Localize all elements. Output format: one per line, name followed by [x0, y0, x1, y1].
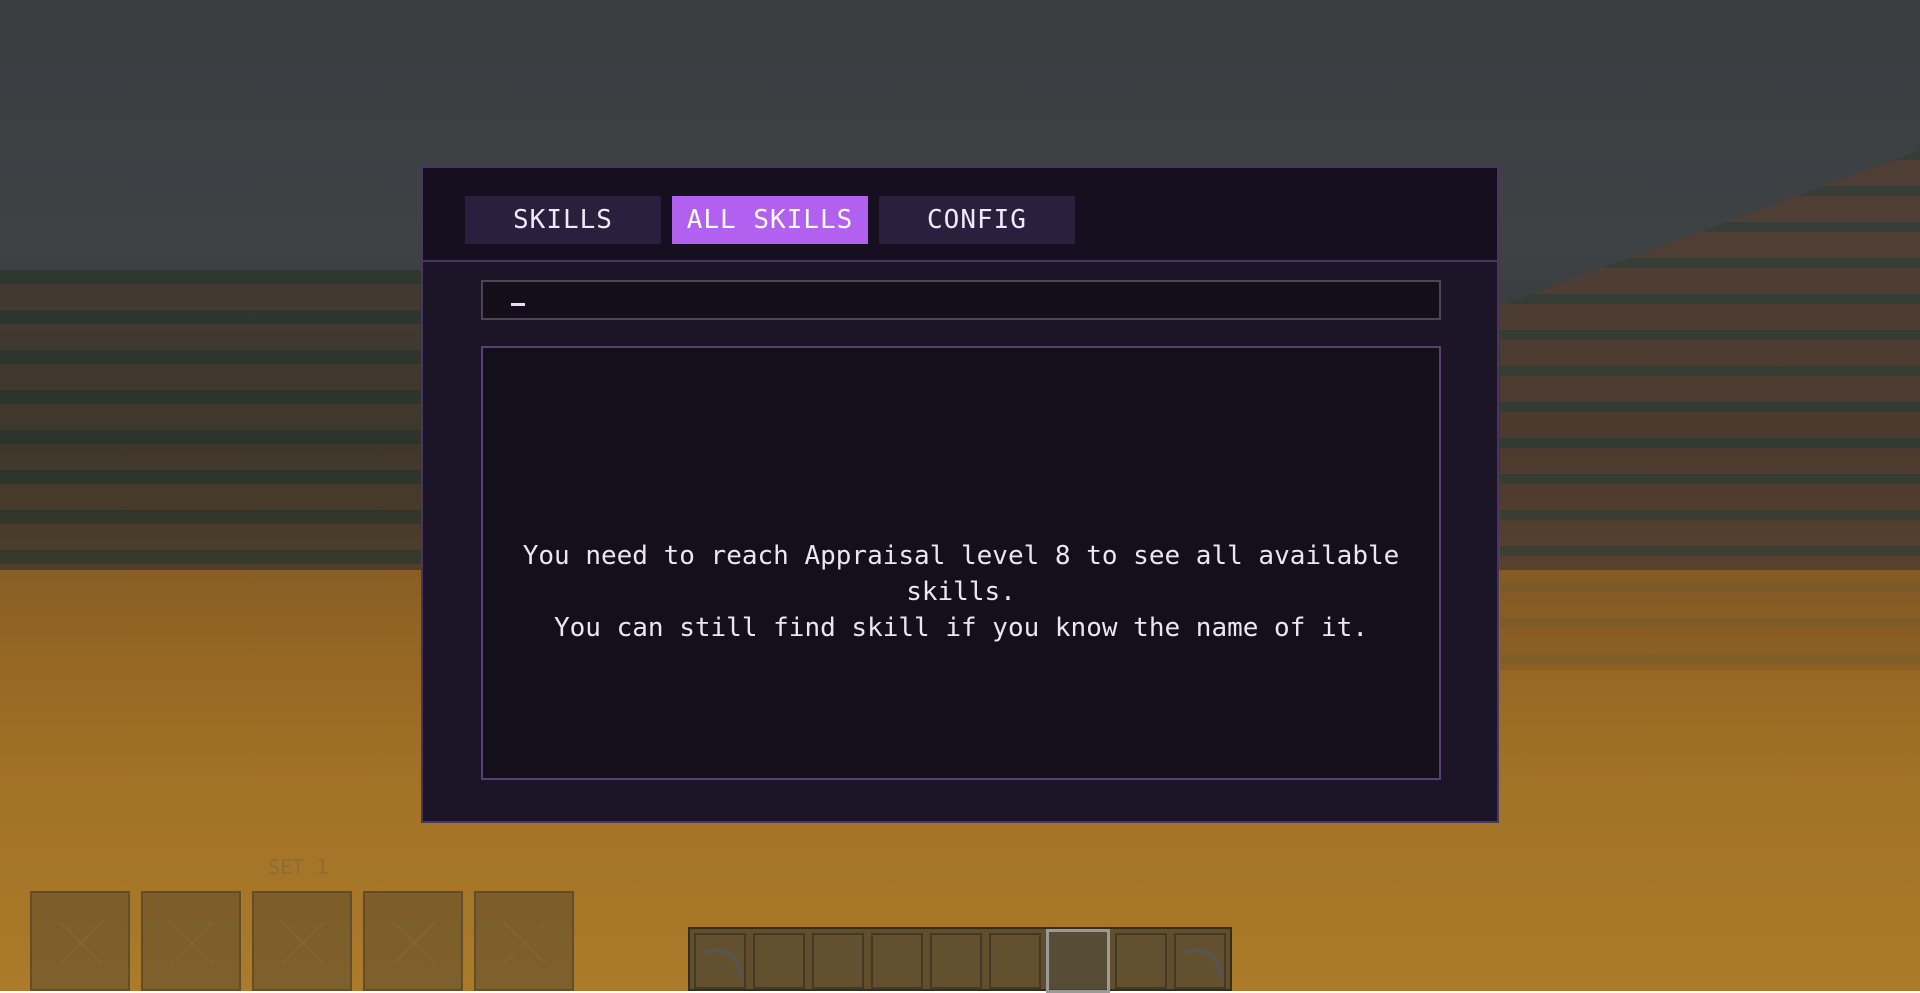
hotbar-slot-5[interactable] — [930, 933, 982, 989]
hud-set-label: SET 1 — [268, 855, 329, 879]
locked-message: You need to reach Appraisal level 8 to s… — [483, 538, 1439, 646]
tab-skills[interactable]: SKILLS — [465, 196, 661, 244]
item-hotbar — [688, 927, 1232, 993]
hotbar-slot-2[interactable] — [753, 933, 805, 989]
skill-slot-1[interactable] — [30, 891, 130, 991]
skills-dialog: SKILLS ALL SKILLS CONFIG You need to rea… — [421, 166, 1499, 823]
locked-message-line-1: You need to reach Appraisal level 8 to s… — [522, 541, 1400, 607]
hotbar-slot-7-selected[interactable] — [1046, 929, 1110, 993]
hotbar-slot-9[interactable] — [1174, 933, 1226, 989]
locked-message-line-2: You can still find skill if you know the… — [554, 613, 1368, 643]
terrain-left — [0, 270, 430, 570]
skill-slot-5[interactable] — [474, 891, 574, 991]
tab-config[interactable]: CONFIG — [879, 196, 1075, 244]
hotbar-slot-4[interactable] — [871, 933, 923, 989]
skill-slot-3[interactable] — [252, 891, 352, 991]
hotbar-slot-8[interactable] — [1115, 933, 1167, 989]
tab-bar: SKILLS ALL SKILLS CONFIG — [423, 168, 1497, 262]
skills-list-panel: You need to reach Appraisal level 8 to s… — [481, 346, 1441, 780]
skill-search-input[interactable] — [481, 280, 1441, 320]
hotbar-slot-1[interactable] — [694, 933, 746, 989]
skill-slot-4[interactable] — [363, 891, 463, 991]
hotbar-slot-6[interactable] — [989, 933, 1041, 989]
pickaxe-icon — [1183, 944, 1223, 984]
text-cursor — [511, 302, 525, 306]
pickaxe-icon — [703, 944, 743, 984]
skill-slot-2[interactable] — [141, 891, 241, 991]
hotbar-slot-3[interactable] — [812, 933, 864, 989]
tab-all-skills[interactable]: ALL SKILLS — [672, 196, 868, 244]
